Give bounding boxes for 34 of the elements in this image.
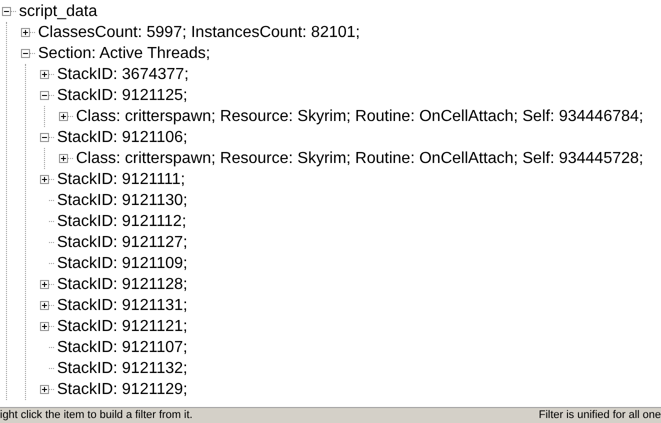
tree-item[interactable]: StackID: 9121130; [57, 191, 188, 210]
tree-item[interactable]: StackID: 9121128; [57, 275, 188, 294]
tree-item[interactable]: Section: Active Threads; [38, 44, 210, 63]
tree-item[interactable]: StackID: 9121107; [57, 338, 188, 357]
tree-item[interactable]: StackID: 9121121; [57, 317, 188, 336]
collapse-icon[interactable] [40, 91, 49, 100]
tree-item[interactable]: ClassesCount: 5997; InstancesCount: 82101; [38, 23, 360, 42]
tree-item[interactable]: script_data [19, 2, 98, 21]
status-text: Filter is unified for all one [538, 410, 661, 421]
expand-icon[interactable] [59, 112, 68, 121]
expand-icon[interactable] [21, 28, 30, 37]
status-text: ight click the item to build a filter from it. [0, 410, 193, 421]
expand-icon[interactable] [40, 175, 49, 184]
expand-icon[interactable] [40, 301, 49, 310]
tree-item[interactable]: StackID: 9121131; [57, 296, 188, 315]
collapse-icon[interactable] [40, 133, 49, 142]
tree-item[interactable]: StackID: 9121111; [57, 170, 186, 189]
expand-icon[interactable] [59, 154, 68, 163]
tree-item[interactable]: StackID: 9121125; [57, 86, 188, 105]
tree-item[interactable]: StackID: 9121109; [57, 254, 188, 273]
expand-icon[interactable] [40, 322, 49, 331]
tree-item[interactable]: StackID: 9121127; [57, 233, 188, 252]
tree-item[interactable]: Class: critterspawn; Resource: Skyrim; Routine: OnCellAttach; Self: 934446784; [76, 107, 644, 126]
tree-item[interactable]: StackID: 9121112; [57, 212, 186, 231]
expand-icon[interactable] [40, 280, 49, 289]
tree-item[interactable]: StackID: 3674377; [57, 65, 189, 84]
expand-icon[interactable] [40, 385, 49, 394]
collapse-icon[interactable] [2, 7, 11, 16]
tree-item[interactable]: StackID: 9121106; [57, 128, 188, 147]
expand-icon[interactable] [40, 70, 49, 79]
tree-item[interactable]: Class: critterspawn; Resource: Skyrim; Routine: OnCellAttach; Self: 934445728; [76, 149, 644, 168]
tree-item[interactable]: StackID: 9121129; [57, 380, 188, 399]
collapse-icon[interactable] [21, 49, 30, 58]
tree-item[interactable]: StackID: 9121132; [57, 359, 188, 378]
